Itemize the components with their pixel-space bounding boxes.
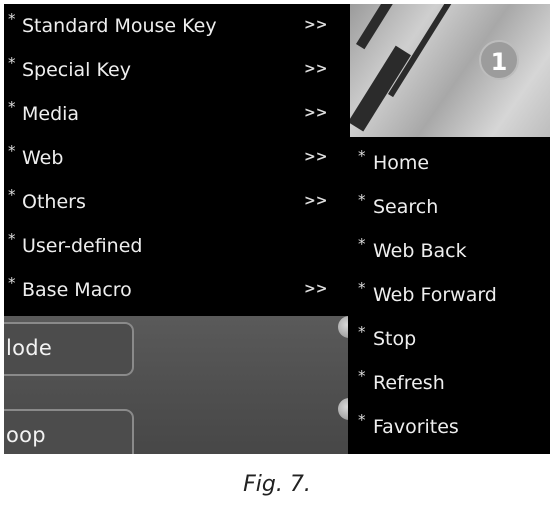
menu-item-user-defined[interactable]: * User-defined	[4, 224, 350, 268]
bullet-icon: *	[358, 191, 366, 209]
bullet-icon: *	[8, 274, 16, 292]
web-submenu: * Home * Search * Web Back * Web Forward…	[348, 137, 550, 454]
submenu-item-label: Favorites	[373, 416, 459, 438]
menu-item-web[interactable]: * Web >>	[4, 136, 350, 180]
assignment-menu: * Standard Mouse Key >> * Special Key >>…	[4, 4, 350, 316]
bullet-icon: *	[358, 279, 366, 297]
bullet-icon: *	[358, 367, 366, 385]
submenu-item-label: Search	[373, 196, 439, 218]
menu-item-label: Special Key	[22, 59, 131, 81]
screenshot: lode oop 1 * Standard Mouse Key >> * Spe…	[4, 4, 550, 454]
menu-item-others[interactable]: * Others >>	[4, 180, 350, 224]
submenu-arrow-icon: >>	[304, 193, 328, 209]
mode-button-label: lode	[6, 336, 53, 360]
submenu-arrow-icon: >>	[304, 281, 328, 297]
menu-item-label: Standard Mouse Key	[22, 15, 217, 37]
submenu-arrow-icon: >>	[304, 149, 328, 165]
submenu-item-label: Web Forward	[373, 284, 497, 306]
bullet-icon: *	[8, 142, 16, 160]
bullet-icon: *	[8, 10, 16, 28]
submenu-arrow-icon: >>	[304, 105, 328, 121]
figure-caption: Fig. 7.	[243, 472, 311, 497]
bullet-icon: *	[358, 235, 366, 253]
loop-button-label: oop	[6, 423, 46, 447]
bullet-icon: *	[8, 54, 16, 72]
submenu-arrow-icon: >>	[304, 61, 328, 77]
bullet-icon: *	[358, 323, 366, 341]
submenu-item-label: Refresh	[373, 372, 445, 394]
menu-item-label: Others	[22, 191, 86, 213]
bullet-icon: *	[358, 147, 366, 165]
bullet-icon: *	[8, 230, 16, 248]
mouse-image-stripe	[348, 45, 411, 132]
menu-item-special-key[interactable]: * Special Key >>	[4, 48, 350, 92]
submenu-item-label: Home	[373, 152, 430, 174]
loop-button[interactable]: oop	[4, 409, 134, 454]
mode-button[interactable]: lode	[4, 322, 134, 376]
menu-item-label: Web	[22, 147, 64, 169]
menu-item-label: User-defined	[22, 235, 143, 257]
menu-item-label: Base Macro	[22, 279, 132, 301]
submenu-item-label: Web Back	[373, 240, 467, 262]
menu-item-label: Media	[22, 103, 80, 125]
submenu-arrow-icon: >>	[304, 17, 328, 33]
bullet-icon: *	[8, 186, 16, 204]
bullet-icon: *	[358, 411, 366, 429]
menu-item-base-macro[interactable]: * Base Macro >>	[4, 268, 350, 312]
menu-item-media[interactable]: * Media >>	[4, 92, 350, 136]
button-number-badge: 1	[479, 40, 519, 80]
bullet-icon: *	[8, 98, 16, 116]
mouse-image: 1	[348, 4, 550, 137]
submenu-item-label: Stop	[373, 328, 417, 350]
menu-item-standard-mouse-key[interactable]: * Standard Mouse Key >>	[4, 4, 350, 48]
